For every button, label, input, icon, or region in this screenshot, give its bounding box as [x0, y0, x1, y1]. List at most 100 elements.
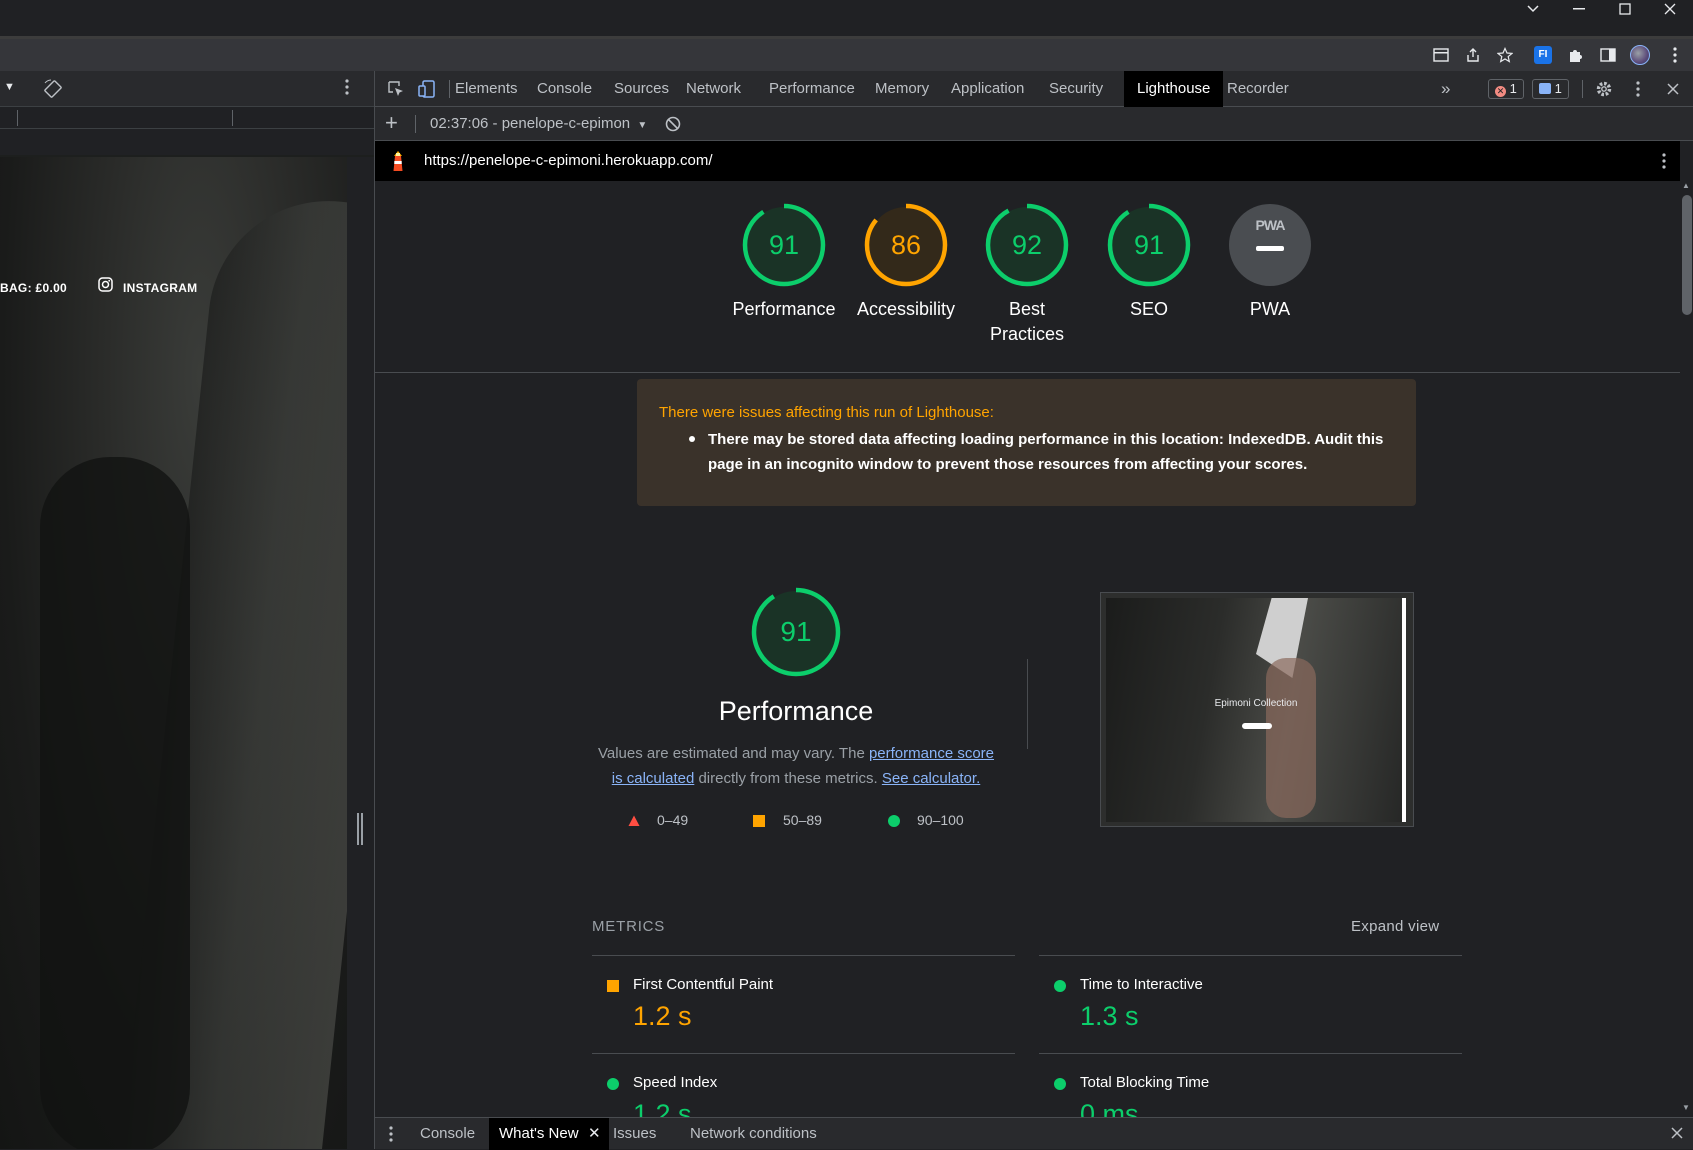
- tab-memory[interactable]: Memory: [862, 71, 942, 107]
- metric-average-icon: [607, 980, 619, 992]
- side-panel-icon[interactable]: [1597, 44, 1619, 66]
- report-url-bar: https://penelope-c-epimoni.herokuapp.com…: [375, 141, 1680, 181]
- gauge-accessibility[interactable]: 86: [864, 203, 948, 287]
- gauge-score: 91: [1133, 230, 1165, 260]
- drawer-menu-icon[interactable]: [389, 1126, 393, 1147]
- drawer-tab-whats-new[interactable]: What's New ✕: [489, 1118, 609, 1150]
- gauge-label[interactable]: Performance: [719, 297, 849, 322]
- metric-label: Time to Interactive: [1080, 976, 1203, 993]
- bag-total-link[interactable]: BAG: £0.00: [0, 281, 67, 295]
- chevron-down-icon[interactable]: [1510, 0, 1556, 18]
- close-drawer-icon[interactable]: [1671, 1126, 1683, 1144]
- error-count: 1: [1509, 81, 1517, 96]
- media-query-ruler[interactable]: [0, 107, 374, 129]
- legend-pass-label: 90–100: [917, 812, 964, 828]
- page-top-gap: [0, 129, 374, 155]
- gauge-best-practices[interactable]: 92: [985, 203, 1069, 287]
- lighthouse-toolbar: + 02:37:06 - penelope-c-epimon ▼: [375, 107, 1693, 141]
- settings-gear-icon[interactable]: [1593, 78, 1615, 100]
- metric-label: Speed Index: [633, 1074, 718, 1091]
- browser-toolbar: FI: [0, 39, 1693, 71]
- page-scrollbar[interactable]: [347, 157, 374, 1149]
- message-icon: [1539, 83, 1551, 94]
- performance-detail-title: Performance: [718, 696, 874, 726]
- resize-handle[interactable]: [357, 813, 363, 845]
- see-calculator-link[interactable]: See calculator.: [882, 770, 980, 787]
- drawer-tab-issues[interactable]: Issues: [603, 1118, 666, 1150]
- rotate-icon[interactable]: [43, 79, 63, 104]
- bottom-drawer: Console What's New ✕ Issues Network cond…: [375, 1117, 1693, 1150]
- tab-elements[interactable]: Elements: [442, 71, 531, 107]
- bookmark-star-icon[interactable]: [1494, 44, 1516, 66]
- drawer-tab-console[interactable]: Console: [410, 1118, 485, 1150]
- lighthouse-report: 91 Performance 86 Accessibility 92 Best Pract…: [375, 181, 1680, 1117]
- minimize-icon[interactable]: [1556, 0, 1602, 18]
- gauge-score: 92: [1011, 230, 1043, 260]
- report-select[interactable]: 02:37:06 - penelope-c-epimon ▼: [430, 115, 647, 132]
- inspect-element-icon[interactable]: [385, 78, 407, 100]
- extension-fi-icon[interactable]: FI: [1532, 44, 1554, 66]
- close-whats-new-icon[interactable]: ✕: [588, 1118, 601, 1150]
- gauge-label[interactable]: SEO: [1084, 297, 1214, 322]
- tab-security[interactable]: Security: [1036, 71, 1116, 107]
- legend-average-label: 50–89: [783, 812, 822, 828]
- instagram-icon[interactable]: [98, 277, 113, 297]
- gauge-pwa[interactable]: PWA: [1228, 203, 1312, 287]
- close-devtools-icon[interactable]: [1662, 78, 1684, 100]
- device-toolbar-menu-icon[interactable]: [345, 79, 349, 100]
- tab-application[interactable]: Application: [938, 71, 1037, 107]
- drawer-tab-whats-new-label: What's New: [499, 1125, 579, 1142]
- error-count-badge[interactable]: ✕ 1: [1488, 79, 1524, 99]
- gauge-label[interactable]: Best Practices: [982, 297, 1072, 347]
- gauge-label[interactable]: PWA: [1205, 297, 1335, 322]
- dropdown-caret-icon[interactable]: ▼: [4, 81, 15, 93]
- message-count-badge[interactable]: 1: [1532, 79, 1569, 99]
- more-tabs-button[interactable]: »: [1428, 71, 1463, 107]
- thumb-title: Epimoni Collection: [1214, 698, 1298, 709]
- lighthouse-logo-icon: [389, 150, 407, 177]
- report-menu-icon[interactable]: [1662, 153, 1666, 174]
- desc-prefix: Values are estimated and may vary. The: [597, 745, 869, 762]
- metric-value: 1.3 s: [1080, 1001, 1139, 1031]
- pwa-dash: [1256, 246, 1284, 251]
- drawer-tab-network-conditions[interactable]: Network conditions: [680, 1118, 827, 1150]
- legend-fail-label: 0–49: [657, 812, 689, 828]
- tab-recorder[interactable]: Recorder: [1214, 71, 1317, 107]
- gauge-performance[interactable]: 91: [742, 203, 826, 287]
- device-toolbar: ▼: [0, 71, 374, 107]
- metric-pass-icon: [607, 1078, 619, 1090]
- window-title-bar: [0, 0, 1693, 36]
- warning-box: There were issues affecting this run of …: [637, 379, 1416, 506]
- profile-avatar[interactable]: [1629, 44, 1651, 66]
- performance-detail-score: 91: [780, 616, 812, 647]
- report-scrollbar[interactable]: ▲ ▼: [1680, 181, 1693, 1117]
- legend-average-icon: [753, 815, 765, 827]
- share-icon[interactable]: [1462, 44, 1484, 66]
- clear-reports-icon[interactable]: [665, 116, 681, 137]
- close-window-icon[interactable]: [1647, 0, 1693, 18]
- browser-menu-icon[interactable]: [1664, 44, 1686, 66]
- maximize-icon[interactable]: [1602, 0, 1648, 18]
- report-url[interactable]: https://penelope-c-epimoni.herokuapp.com…: [424, 152, 713, 169]
- expand-view-button[interactable]: Expand view: [1351, 918, 1439, 935]
- tab-network[interactable]: Network: [673, 71, 754, 107]
- tab-console[interactable]: Console: [524, 71, 605, 107]
- performance-detail-gauge: 91: [751, 587, 841, 677]
- extensions-puzzle-icon[interactable]: [1564, 44, 1586, 66]
- tab-lighthouse[interactable]: Lighthouse: [1124, 71, 1224, 107]
- legend-fail-icon: [628, 814, 640, 832]
- gauge-seo[interactable]: 91: [1107, 203, 1191, 287]
- install-app-icon[interactable]: [1430, 44, 1452, 66]
- new-report-plus-icon[interactable]: +: [385, 112, 398, 134]
- tab-sources[interactable]: Sources: [601, 71, 682, 107]
- instagram-link[interactable]: INSTAGRAM: [123, 281, 197, 295]
- gauge-label[interactable]: Accessibility: [841, 297, 971, 322]
- message-count: 1: [1554, 81, 1562, 96]
- tab-performance[interactable]: Performance: [756, 71, 868, 107]
- devtools-menu-icon[interactable]: [1627, 78, 1649, 100]
- warning-title: There were issues affecting this run of …: [659, 404, 994, 421]
- legend-pass-icon: [888, 815, 900, 827]
- report-scrollbar-thumb[interactable]: [1682, 195, 1692, 315]
- device-toggle-icon[interactable]: [416, 78, 438, 100]
- final-screenshot[interactable]: Epimoni Collection: [1100, 592, 1414, 827]
